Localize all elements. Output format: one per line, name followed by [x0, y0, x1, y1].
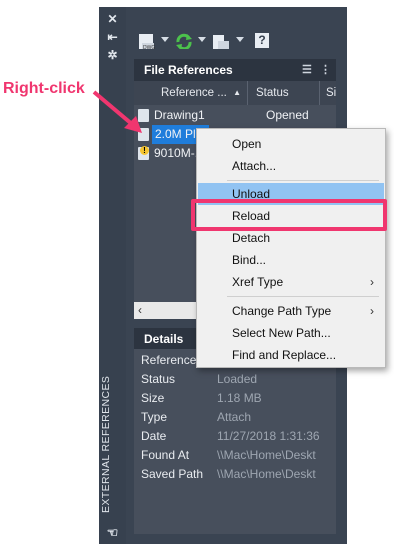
column-status[interactable]: Status — [249, 81, 320, 105]
column-header: Reference ... ▲ Status Si — [134, 81, 336, 105]
reload-highlight-box — [191, 199, 387, 231]
menu-separator — [227, 296, 379, 297]
list-item[interactable]: Drawing1 Opened — [134, 106, 336, 125]
menu-separator — [227, 180, 379, 181]
sort-up-icon: ▲ — [233, 88, 241, 97]
attach-dwg-icon[interactable]: DWG — [138, 33, 158, 49]
attach-dropdown-icon[interactable] — [161, 37, 169, 42]
menu-item-open[interactable]: Open — [198, 133, 384, 155]
menu-item-xref-type[interactable]: Xref Type › — [198, 271, 384, 293]
column-size[interactable]: Si — [321, 81, 336, 105]
menu-item-attach[interactable]: Attach... — [198, 155, 384, 177]
column-reference[interactable]: Reference ... ▲ — [134, 81, 248, 105]
close-icon[interactable]: ✕ — [99, 13, 126, 25]
menu-item-change-path-type[interactable]: Change Path Type › — [198, 300, 384, 322]
help-icon[interactable]: ? — [255, 33, 269, 48]
scroll-left-icon[interactable]: ‹ — [138, 302, 142, 319]
hand-icon[interactable]: ☜ — [99, 526, 126, 539]
collapse-icon[interactable]: ⇤ — [99, 31, 126, 43]
detail-row: Found At \\Mac\Home\Deskt — [141, 448, 316, 462]
menu-item-find-and-replace[interactable]: Find and Replace... — [198, 344, 384, 366]
settings-icon[interactable]: ✲ — [99, 49, 126, 61]
refresh-icon[interactable] — [175, 33, 193, 49]
file-references-header: File References ☰ ⋮ — [134, 59, 336, 81]
menu-item-select-new-path[interactable]: Select New Path... — [198, 322, 384, 344]
menu-item-bind[interactable]: Bind... — [198, 249, 384, 271]
svg-text:DWG: DWG — [143, 45, 155, 49]
change-path-dropdown-icon[interactable] — [236, 37, 244, 42]
details-panel: Reference Status Loaded Size 1.18 MB Type A… — [134, 349, 336, 534]
submenu-arrow-icon: › — [370, 304, 374, 318]
detail-row: Status Loaded — [141, 372, 258, 386]
detail-row: Type Attach — [141, 410, 252, 424]
toolbar: DWG ? — [126, 7, 347, 55]
detail-row: Size 1.18 MB — [141, 391, 262, 405]
list-view-icon[interactable]: ☰ — [302, 59, 312, 81]
detail-row: Saved Path \\Mac\Home\Deskt — [141, 467, 316, 481]
refresh-dropdown-icon[interactable] — [198, 37, 206, 42]
context-menu: Open Attach... Unload Reload Detach Bind… — [196, 128, 386, 368]
change-path-icon[interactable] — [211, 33, 231, 49]
right-click-callout: Right-click — [3, 80, 85, 97]
submenu-arrow-icon: › — [370, 275, 374, 289]
detail-row: Date 11/27/2018 1:31:36 — [141, 429, 320, 443]
warning-file-icon — [138, 146, 149, 160]
tree-view-icon[interactable]: ⋮ — [320, 59, 331, 81]
callout-arrow — [92, 90, 142, 133]
